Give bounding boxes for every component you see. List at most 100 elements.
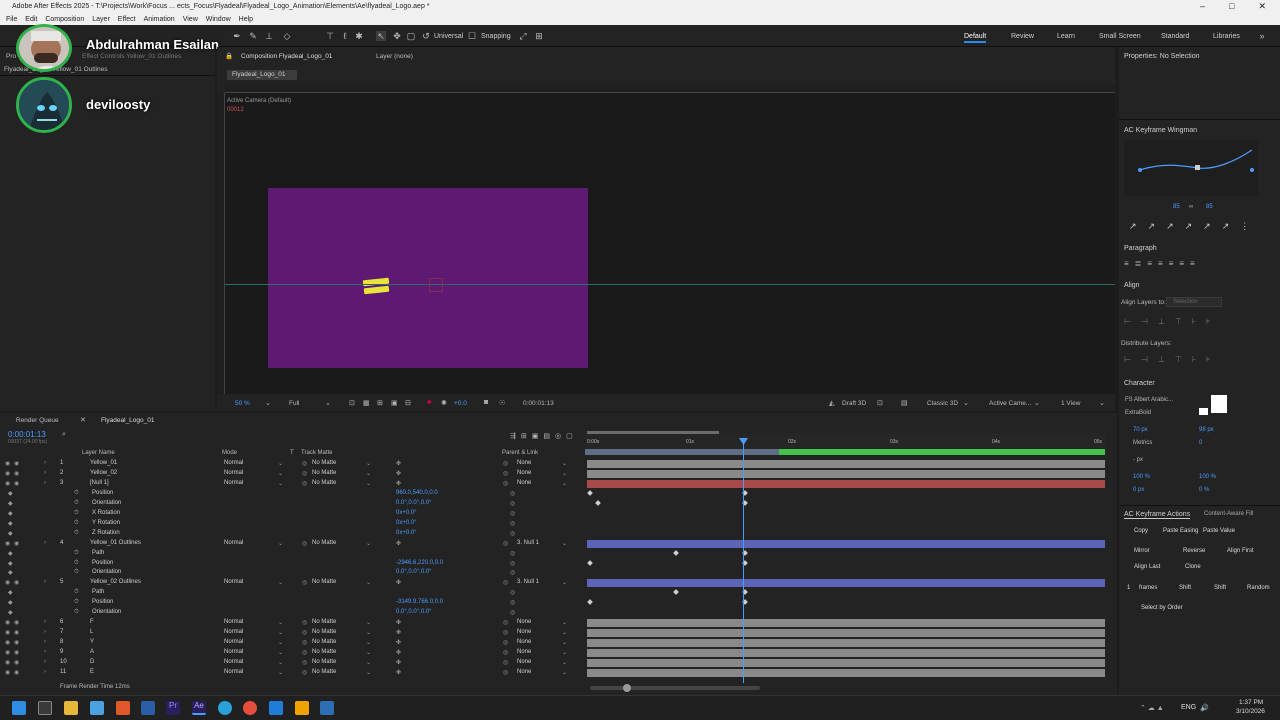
playhead[interactable] (743, 439, 744, 683)
stopwatch-icon[interactable]: ⏱ (74, 560, 79, 567)
parent-pickwhip-icon[interactable]: ◎ (503, 579, 508, 586)
font-style-select[interactable]: ExtraBold (1125, 410, 1151, 416)
layer-row[interactable]: ◉ ◉ › 11 E Normal No Matte None ⌄ ⌄ ⌄ ◎ ◎ ✤ (0, 668, 1105, 678)
parent-pickwhip-icon[interactable]: ◎ (503, 619, 508, 626)
layer-parent-select[interactable]: None (517, 460, 531, 466)
font-size-value[interactable]: 70 px (1133, 427, 1148, 433)
shift-left-button[interactable]: Shift (1179, 585, 1191, 591)
exposure-icon[interactable]: ✺ (441, 399, 447, 407)
layer-name[interactable]: D (90, 659, 94, 665)
property-value[interactable]: 960.0,540.0,0.0 (396, 490, 438, 496)
property-value[interactable]: 0.0°,0.0°,0.0° (396, 569, 432, 575)
keyframe-nav-icon[interactable]: ◆ (8, 500, 13, 507)
layer-switches-icon[interactable]: ✤ (396, 579, 401, 586)
layer-track-matte-select[interactable]: No Matte (312, 540, 336, 546)
visibility-eye-icon[interactable]: ◉ (5, 659, 10, 666)
render-queue-tab[interactable]: Render Queue (16, 417, 59, 424)
visibility-eye-icon[interactable]: ◉ (5, 470, 10, 477)
layer-name[interactable]: L (90, 629, 93, 635)
visibility-eye-icon[interactable]: ◉ (5, 460, 10, 467)
layer-track-matte-select[interactable]: No Matte (312, 669, 336, 675)
expand-twirl-icon[interactable]: › (44, 470, 46, 476)
property-row[interactable]: ◆ ⏱ Path ◎ (0, 588, 585, 598)
layer-track-matte-select[interactable]: No Matte (312, 649, 336, 655)
link-icon[interactable]: ∞ (1189, 204, 1193, 210)
property-value[interactable]: 0.0°,0.0°,0.0° (396, 500, 432, 506)
pen-tool-icon[interactable]: ✒ (232, 31, 242, 41)
layer-duration-bar[interactable] (587, 629, 1105, 638)
stopwatch-icon[interactable]: ⏱ (74, 490, 79, 497)
visibility-eye-icon[interactable]: ◉ (5, 480, 10, 487)
mode-dropdown-icon[interactable]: ⌄ (278, 470, 283, 477)
show-snapshot-icon[interactable]: ☉ (499, 399, 505, 407)
layer-track-matte-select[interactable]: No Matte (312, 629, 336, 635)
layer-mode-select[interactable]: Normal (224, 480, 243, 486)
stopwatch-icon[interactable]: ⏱ (74, 510, 79, 517)
audio-icon[interactable]: ◉ (14, 629, 19, 636)
visibility-eye-icon[interactable]: ◉ (5, 639, 10, 646)
close-tab-icon[interactable]: ✕ (80, 416, 86, 424)
layer-switches-icon[interactable]: ✤ (396, 460, 401, 467)
shift-right-button[interactable]: Shift (1214, 585, 1226, 591)
zoom-select[interactable]: 50 % (235, 400, 250, 407)
layer-parent-select[interactable]: None (517, 470, 531, 476)
layer-row[interactable]: ◉ ◉ › 3 [Null 1] Normal No Matte None ⌄ ⌄ ⌄ ◎ ◎ ✤ (0, 479, 1105, 489)
layer-parent-select[interactable]: None (517, 619, 531, 625)
parent-dropdown-icon[interactable]: ⌄ (562, 639, 567, 646)
mirror-button[interactable]: Mirror (1134, 548, 1150, 554)
resolution-select[interactable]: Full (289, 400, 299, 407)
matte-dropdown-icon[interactable]: ⌄ (366, 460, 371, 467)
language-indicator[interactable]: ENG (1181, 704, 1196, 711)
after-effects-icon[interactable]: Ae (192, 701, 206, 715)
stroke-width-value[interactable]: - px (1133, 457, 1143, 463)
views-select[interactable]: 1 View (1061, 400, 1080, 407)
comp-subtab[interactable]: Flyadeal_Logo_01 (227, 70, 297, 80)
universal-label[interactable]: Universal (434, 33, 463, 40)
layer-duration-bar[interactable] (587, 649, 1105, 658)
layer-mode-select[interactable]: Normal (224, 659, 243, 665)
parent-dropdown-icon[interactable]: ⌄ (562, 470, 567, 477)
mode-dropdown-icon[interactable]: ⌄ (278, 480, 283, 487)
layer-tab[interactable]: Layer (none) (376, 53, 413, 60)
camera-select[interactable]: Active Came... (989, 400, 1031, 407)
layer-parent-select[interactable]: None (517, 639, 531, 645)
horizontal-scale-value[interactable]: 100 % (1199, 474, 1216, 480)
close-icon[interactable]: ✕ (1258, 1, 1266, 12)
draft3d-label[interactable]: Draft 3D (842, 400, 866, 407)
snapshot-icon[interactable]: ◙ (484, 399, 488, 406)
stopwatch-icon[interactable]: ⏱ (74, 520, 79, 527)
menu-file[interactable]: File (6, 16, 17, 23)
matte-dropdown-icon[interactable]: ⌄ (366, 639, 371, 646)
maximize-icon[interactable]: □ (1229, 1, 1234, 12)
matte-dropdown-icon[interactable]: ⌄ (366, 669, 371, 676)
layer-name[interactable]: Yellow_01 (90, 460, 117, 466)
layer-parent-select[interactable]: None (517, 669, 531, 675)
exposure-value[interactable]: +0.0 (454, 400, 467, 407)
work-area-bar[interactable] (587, 431, 719, 434)
timeline-switches[interactable]: ⇶⊞▣▤◎▢ (510, 432, 578, 440)
matte-dropdown-icon[interactable]: ⌄ (366, 629, 371, 636)
comp-lock-icon[interactable]: 🔒 (225, 52, 233, 60)
menu-composition[interactable]: Composition (45, 16, 84, 23)
paste-easing-button[interactable]: Paste Easing (1163, 528, 1198, 534)
layer-row[interactable]: ◉ ◉ › 5 Yellow_02 Outlines Normal No Matte 3. N… (0, 578, 1105, 588)
layer-duration-bar[interactable] (587, 619, 1105, 628)
paragraph-align-buttons[interactable]: ≡≣≡≡≡≡≡ (1124, 259, 1201, 268)
parent-dropdown-icon[interactable]: ⌄ (562, 460, 567, 467)
views-dropdown-icon[interactable]: ⌄ (1099, 399, 1105, 407)
layer-track-matte-select[interactable]: No Matte (312, 480, 336, 486)
keyframe-marker[interactable] (673, 549, 679, 556)
visibility-eye-icon[interactable]: ◉ (5, 579, 10, 586)
app-icon-bird[interactable] (320, 701, 334, 715)
parent-pickwhip-icon[interactable]: ◎ (503, 460, 508, 467)
layer-mode-select[interactable]: Normal (224, 470, 243, 476)
expand-twirl-icon[interactable]: › (44, 579, 46, 585)
expression-pickwhip-icon[interactable]: ◎ (510, 500, 515, 507)
mode-dropdown-icon[interactable]: ⌄ (278, 579, 283, 586)
stopwatch-icon[interactable]: ⏱ (74, 530, 79, 537)
search-icon[interactable]: ⌕ (62, 431, 66, 439)
layer-track-matte-select[interactable]: No Matte (312, 470, 336, 476)
layer-duration-bar[interactable] (587, 479, 1105, 488)
track-matte-pickwhip-icon[interactable]: ◎ (302, 669, 307, 676)
font-family-select[interactable]: FS Albert Arabic... (1125, 397, 1173, 403)
